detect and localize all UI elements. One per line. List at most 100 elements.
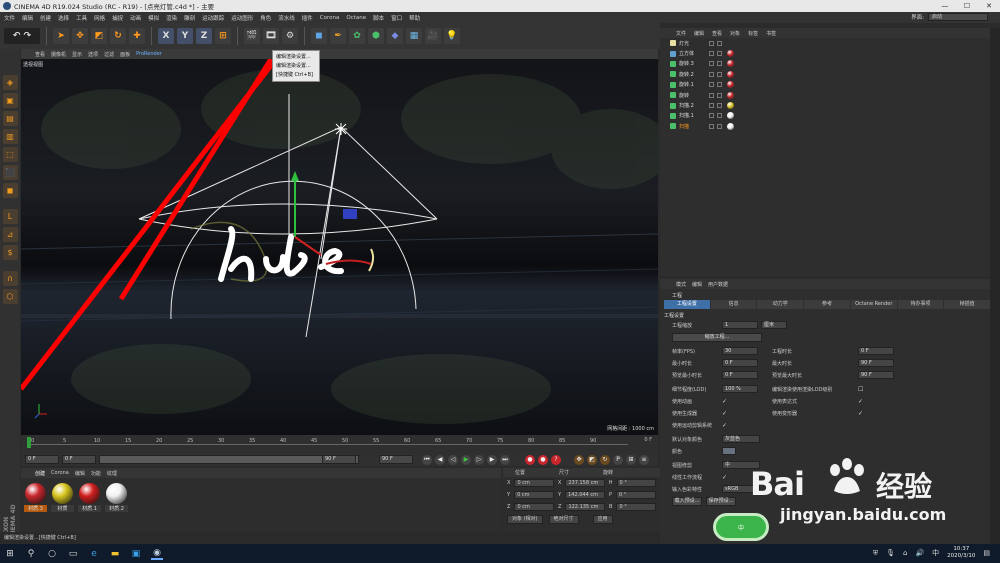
viewport-menu-options[interactable]: 选项	[88, 51, 98, 58]
render-view-icon[interactable]: 🎬	[244, 28, 260, 44]
menu-create[interactable]: 创建	[40, 14, 51, 22]
material-tag-icon[interactable]	[727, 122, 734, 130]
viewport-menu-filter[interactable]: 过滤	[104, 51, 114, 58]
use-motion-system-checkbox[interactable]: ✓	[722, 422, 727, 429]
network-icon[interactable]: ⌂	[903, 549, 907, 557]
points-mode-icon[interactable]: ⬚	[2, 147, 18, 162]
move-icon[interactable]: ✥	[72, 28, 88, 44]
scale-project-button[interactable]: 缩放工程...	[672, 332, 762, 342]
menu-script[interactable]: 脚本	[373, 14, 384, 22]
key-rotation-icon[interactable]: ↻	[600, 454, 610, 465]
tab-frame-interpolation[interactable]: 帧插值	[944, 300, 991, 309]
model-mode-icon[interactable]: ▣	[2, 93, 18, 108]
start-frame-field[interactable]: 0 F	[25, 455, 59, 464]
material-item[interactable]: 材质.2	[105, 483, 128, 512]
edges-mode-icon[interactable]: ⬛	[2, 165, 18, 180]
obj-menu-objects[interactable]: 对象	[730, 30, 740, 37]
polygons-mode-icon[interactable]: ◼	[2, 183, 18, 198]
go-to-end-icon[interactable]: ⏭	[500, 454, 510, 465]
use-animation-checkbox[interactable]: ✓	[722, 398, 727, 405]
edit-render-settings-icon[interactable]: ⚙	[282, 28, 298, 44]
enable-toggle[interactable]	[717, 113, 722, 119]
visibility-toggle[interactable]	[709, 61, 714, 67]
position-x-field[interactable]: 0 cm	[514, 479, 554, 487]
viewport-menu-prorender[interactable]: ProRender	[136, 51, 162, 57]
attr-menu-userdata[interactable]: 用户数据	[708, 281, 728, 288]
perspective-viewport[interactable]: 透视视图 网格间距 : 1000 cm	[21, 59, 658, 435]
obj-menu-file[interactable]: 文件	[676, 30, 686, 37]
tab-todo[interactable]: 待办事项	[897, 300, 944, 309]
subdivision-icon[interactable]: ✿	[349, 28, 365, 44]
viewport-menu-cameras[interactable]: 摄像机	[51, 51, 66, 58]
menu-character[interactable]: 角色	[260, 14, 271, 22]
camera-icon[interactable]: 🎥	[425, 28, 441, 44]
enable-toggle[interactable]	[717, 103, 722, 109]
object-row[interactable]: 扫描.2	[660, 100, 990, 110]
material-tag-icon[interactable]	[727, 102, 734, 110]
object-row[interactable]: 扫描	[660, 121, 990, 131]
use-generators-checkbox[interactable]: ✓	[722, 410, 727, 417]
edge-browser-icon[interactable]: e	[88, 548, 100, 560]
menu-corona[interactable]: Corona	[320, 15, 340, 21]
size-mode-select[interactable]: 绝对尺寸	[548, 514, 579, 524]
material-tag-icon[interactable]	[727, 81, 734, 89]
menu-octane[interactable]: Octane	[346, 15, 366, 21]
preview-max-field[interactable]: 90 F	[858, 371, 894, 379]
search-icon[interactable]: ⚲	[25, 548, 37, 560]
taskview-multi-icon[interactable]: ▭	[67, 548, 79, 560]
lod-field[interactable]: 100 %	[722, 385, 758, 393]
size-x-field[interactable]: 237.158 cm	[565, 479, 605, 487]
position-z-field[interactable]: 0 cm	[514, 503, 554, 511]
viewport-menu-panel[interactable]: 面板	[120, 51, 130, 58]
material-tag-icon[interactable]	[727, 112, 734, 120]
obj-menu-edit[interactable]: 编辑	[694, 30, 704, 37]
object-name[interactable]: 扫描.1	[679, 112, 709, 119]
enable-toggle[interactable]	[717, 92, 722, 98]
timeline[interactable]: 0 5 10 15 20 25 30 35 40 45 50 55 60 65 …	[21, 435, 658, 453]
coord-mode-select[interactable]: 对象 (相对)	[507, 514, 543, 524]
size-z-field[interactable]: 122.135 cm	[565, 503, 605, 511]
attr-menu-edit[interactable]: 编辑	[692, 281, 702, 288]
pen-spline-icon[interactable]: ✒	[330, 28, 346, 44]
menu-pipeline[interactable]: 流水线	[278, 14, 295, 22]
transform-icon[interactable]: ✚	[129, 28, 145, 44]
cube-icon[interactable]: ◼	[311, 28, 327, 44]
object-name[interactable]: 立方体	[679, 50, 709, 57]
menu-tools[interactable]: 工具	[76, 14, 87, 22]
tab-octane-render[interactable]: Octane Render	[850, 300, 897, 309]
render-picture-viewer-icon[interactable]: 🎞	[263, 28, 279, 44]
coordinate-system-icon[interactable]: ⊞	[215, 28, 231, 44]
key-position-icon[interactable]: ✥	[574, 454, 584, 465]
position-y-field[interactable]: 0 cm	[514, 491, 555, 499]
menu-file[interactable]: 文件	[4, 14, 15, 22]
use-expressions-checkbox[interactable]: ✓	[858, 398, 863, 405]
volume-icon[interactable]: 🔊	[915, 549, 924, 557]
end-frame-field[interactable]: 90 F	[379, 455, 413, 464]
fps-field[interactable]: 30	[722, 347, 758, 355]
next-key-icon[interactable]: ▶	[487, 454, 497, 465]
undo-redo-icon[interactable]: ↶ ↷	[4, 28, 40, 44]
save-preset-button[interactable]: 保存预设...	[706, 496, 736, 506]
enable-toggle[interactable]	[717, 40, 722, 46]
close-button[interactable]: ✕	[978, 0, 1000, 12]
windows-start-icon[interactable]: ⊞	[4, 548, 16, 560]
soft-selection-icon[interactable]: ⬡	[2, 289, 18, 304]
visibility-toggle[interactable]	[709, 40, 714, 46]
preview-min-field[interactable]: 0 F	[722, 371, 758, 379]
tab-project-settings[interactable]: 工程设置	[664, 300, 710, 309]
prev-key-icon[interactable]: ◀	[435, 454, 445, 465]
menu-mograph[interactable]: 运动图形	[231, 14, 253, 22]
render-lod-checkbox[interactable]: ☐	[858, 386, 863, 393]
visibility-toggle[interactable]	[709, 123, 714, 129]
material-tag-icon[interactable]	[727, 70, 734, 78]
key-pla-icon[interactable]: ⊞	[626, 454, 636, 465]
obj-menu-view[interactable]: 查看	[712, 30, 722, 37]
prev-frame-icon[interactable]: ◁	[448, 454, 458, 465]
project-time-field[interactable]: 0 F	[858, 347, 894, 355]
enable-toggle[interactable]	[717, 51, 722, 57]
mat-tab-texture[interactable]: 纹理	[107, 470, 117, 477]
object-name[interactable]: 旋转.2	[679, 71, 709, 78]
material-tag-icon[interactable]	[727, 91, 734, 99]
keyframe-selection-icon[interactable]: ?	[551, 454, 561, 465]
file-explorer-icon[interactable]: ▬	[109, 548, 121, 560]
